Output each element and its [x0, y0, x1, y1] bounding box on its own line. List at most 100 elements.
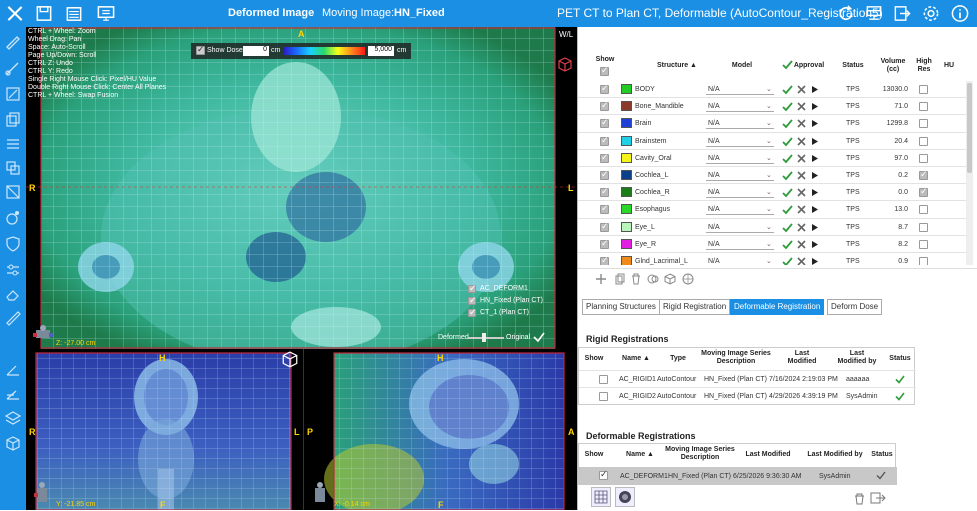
cube-structure-icon[interactable] [664, 273, 676, 285]
play-icon[interactable] [811, 223, 819, 232]
reject-icon[interactable] [797, 223, 806, 232]
structure-color-swatch[interactable] [621, 101, 632, 112]
play-icon[interactable] [811, 188, 819, 197]
model-select[interactable]: N/A ⌄ [706, 100, 774, 113]
delete-icon[interactable] [630, 273, 642, 285]
jacobian-toggle-button[interactable] [615, 487, 635, 507]
deformable-show-checkbox[interactable] [599, 469, 608, 480]
model-select[interactable]: N/A ⌄ [706, 169, 774, 181]
col-show[interactable]: Show [594, 56, 616, 64]
rigid-show-checkbox[interactable] [599, 375, 608, 384]
high-res-checkbox[interactable] [919, 186, 928, 198]
model-select[interactable]: N/A ⌄ [706, 135, 774, 147]
layers-icon[interactable] [4, 409, 22, 427]
info-icon[interactable] [950, 4, 970, 23]
col-structure[interactable]: Structure ▲ [646, 62, 708, 70]
approve-icon[interactable] [782, 188, 793, 198]
structure-row[interactable]: Eye_R N/A ⌄ TPS 8.2 [578, 236, 968, 253]
structure-name[interactable]: Cavity_Oral [635, 155, 672, 162]
moving-image-value[interactable]: HN_Fixed [394, 7, 445, 19]
ruler-icon[interactable] [4, 309, 22, 327]
rigid-col-name[interactable]: Name ▲ [619, 355, 653, 363]
eraser-icon[interactable] [4, 285, 22, 303]
play-icon[interactable] [811, 171, 819, 180]
refresh-icon[interactable] [836, 4, 856, 23]
rigid-col-status[interactable]: Status [887, 355, 913, 363]
structure-row[interactable]: Bone_Mandible N/A ⌄ TPS 71.0 [578, 98, 968, 116]
model-select[interactable]: N/A ⌄ [706, 83, 774, 95]
tab-deform-dose[interactable]: Deform Dose [827, 299, 883, 315]
dose-colorbar[interactable] [283, 47, 365, 55]
structure-color-swatch[interactable] [621, 170, 632, 180]
boolean-icon[interactable] [647, 273, 659, 285]
structure-color-swatch[interactable] [621, 118, 632, 129]
rigid-col-last-modified[interactable]: Last Modified [781, 350, 823, 366]
dose-max-input[interactable]: 5,000 [368, 46, 394, 56]
settings-icon[interactable] [921, 4, 941, 23]
cube-3d-icon[interactable] [557, 57, 573, 73]
def-col-modified-by[interactable]: Last Modified by [803, 451, 867, 459]
col-status[interactable]: Status [840, 62, 866, 70]
layout-icon[interactable] [864, 4, 884, 23]
pencil-icon[interactable] [4, 32, 22, 50]
model-select[interactable]: N/A ⌄ [706, 221, 774, 233]
structure-show-checkbox[interactable] [600, 238, 609, 249]
structure-row[interactable]: Eye_L N/A ⌄ TPS 8.7 [578, 219, 968, 236]
structure-show-checkbox[interactable] [600, 186, 609, 198]
sphere-icon[interactable] [682, 273, 694, 285]
approve-icon[interactable] [782, 223, 793, 233]
structure-color-swatch[interactable] [621, 84, 632, 94]
duplicate-icon[interactable] [4, 159, 22, 177]
angle-icon[interactable] [4, 385, 22, 403]
brush-icon[interactable] [4, 59, 22, 77]
structure-color-swatch[interactable] [621, 204, 632, 215]
cube-icon[interactable] [4, 435, 22, 453]
tab-planning-structures[interactable]: Planning Structures [582, 299, 660, 315]
rigid-row[interactable]: AC_RIGID2 AutoContour HN_Fixed (Plan CT) 4/… [579, 387, 916, 404]
reject-icon[interactable] [797, 171, 806, 180]
tab-deformable-registration[interactable]: Deformable Registration [730, 299, 825, 315]
approve-icon[interactable] [782, 240, 793, 250]
high-res-checkbox[interactable] [919, 136, 928, 146]
shield-icon[interactable] [4, 235, 22, 253]
reject-icon[interactable] [797, 205, 806, 214]
structure-show-checkbox[interactable] [600, 152, 609, 163]
contour-icon[interactable] [4, 85, 22, 103]
play-icon[interactable] [811, 154, 819, 163]
export-registration-icon[interactable] [870, 491, 886, 505]
structure-row[interactable]: Esophagus N/A ⌄ TPS 13.0 [578, 201, 968, 219]
play-icon[interactable] [811, 205, 819, 214]
show-dose-checkbox[interactable] [196, 44, 205, 55]
stack-icon[interactable] [4, 135, 22, 153]
model-select[interactable]: N/A ⌄ [706, 186, 774, 199]
structure-name[interactable]: Cochlea_R [635, 189, 670, 196]
structure-name[interactable]: Cochlea_L [635, 172, 668, 179]
sagittal-viewer[interactable]: H F P A X: -0.14 cm [303, 349, 577, 510]
show-all-checkbox[interactable] [600, 65, 609, 76]
play-icon[interactable] [811, 257, 819, 265]
tab-rigid-registration[interactable]: Rigid Registration [659, 299, 731, 315]
rigid-show-checkbox[interactable] [599, 392, 608, 401]
structure-color-swatch[interactable] [621, 221, 632, 232]
col-volume[interactable]: Volume (cc) [874, 58, 912, 74]
list-icon[interactable] [64, 4, 84, 23]
structure-show-checkbox[interactable] [600, 203, 609, 215]
high-res-checkbox[interactable] [919, 119, 928, 129]
high-res-checkbox[interactable] [919, 85, 928, 94]
col-model[interactable]: Model [718, 62, 766, 70]
def-col-name[interactable]: Name ▲ [623, 451, 657, 459]
approve-icon[interactable] [782, 119, 793, 129]
overlay-checkbox[interactable] [468, 283, 477, 294]
approve-icon[interactable] [782, 257, 793, 265]
save-icon[interactable] [34, 4, 54, 23]
play-icon[interactable] [811, 102, 819, 111]
structure-show-checkbox[interactable] [600, 135, 609, 146]
structure-scroll-thumb[interactable] [967, 83, 972, 173]
overlay-checkbox[interactable] [468, 295, 477, 306]
reject-icon[interactable] [797, 188, 806, 197]
delete-registration-icon[interactable] [854, 493, 865, 505]
high-res-checkbox[interactable] [919, 153, 928, 163]
hide-icon[interactable] [4, 183, 22, 201]
axial-viewer[interactable]: A R L CTRL + Wheel: Zoom Wheel Drag: Pan S… [26, 27, 577, 349]
reject-icon[interactable] [797, 102, 806, 111]
